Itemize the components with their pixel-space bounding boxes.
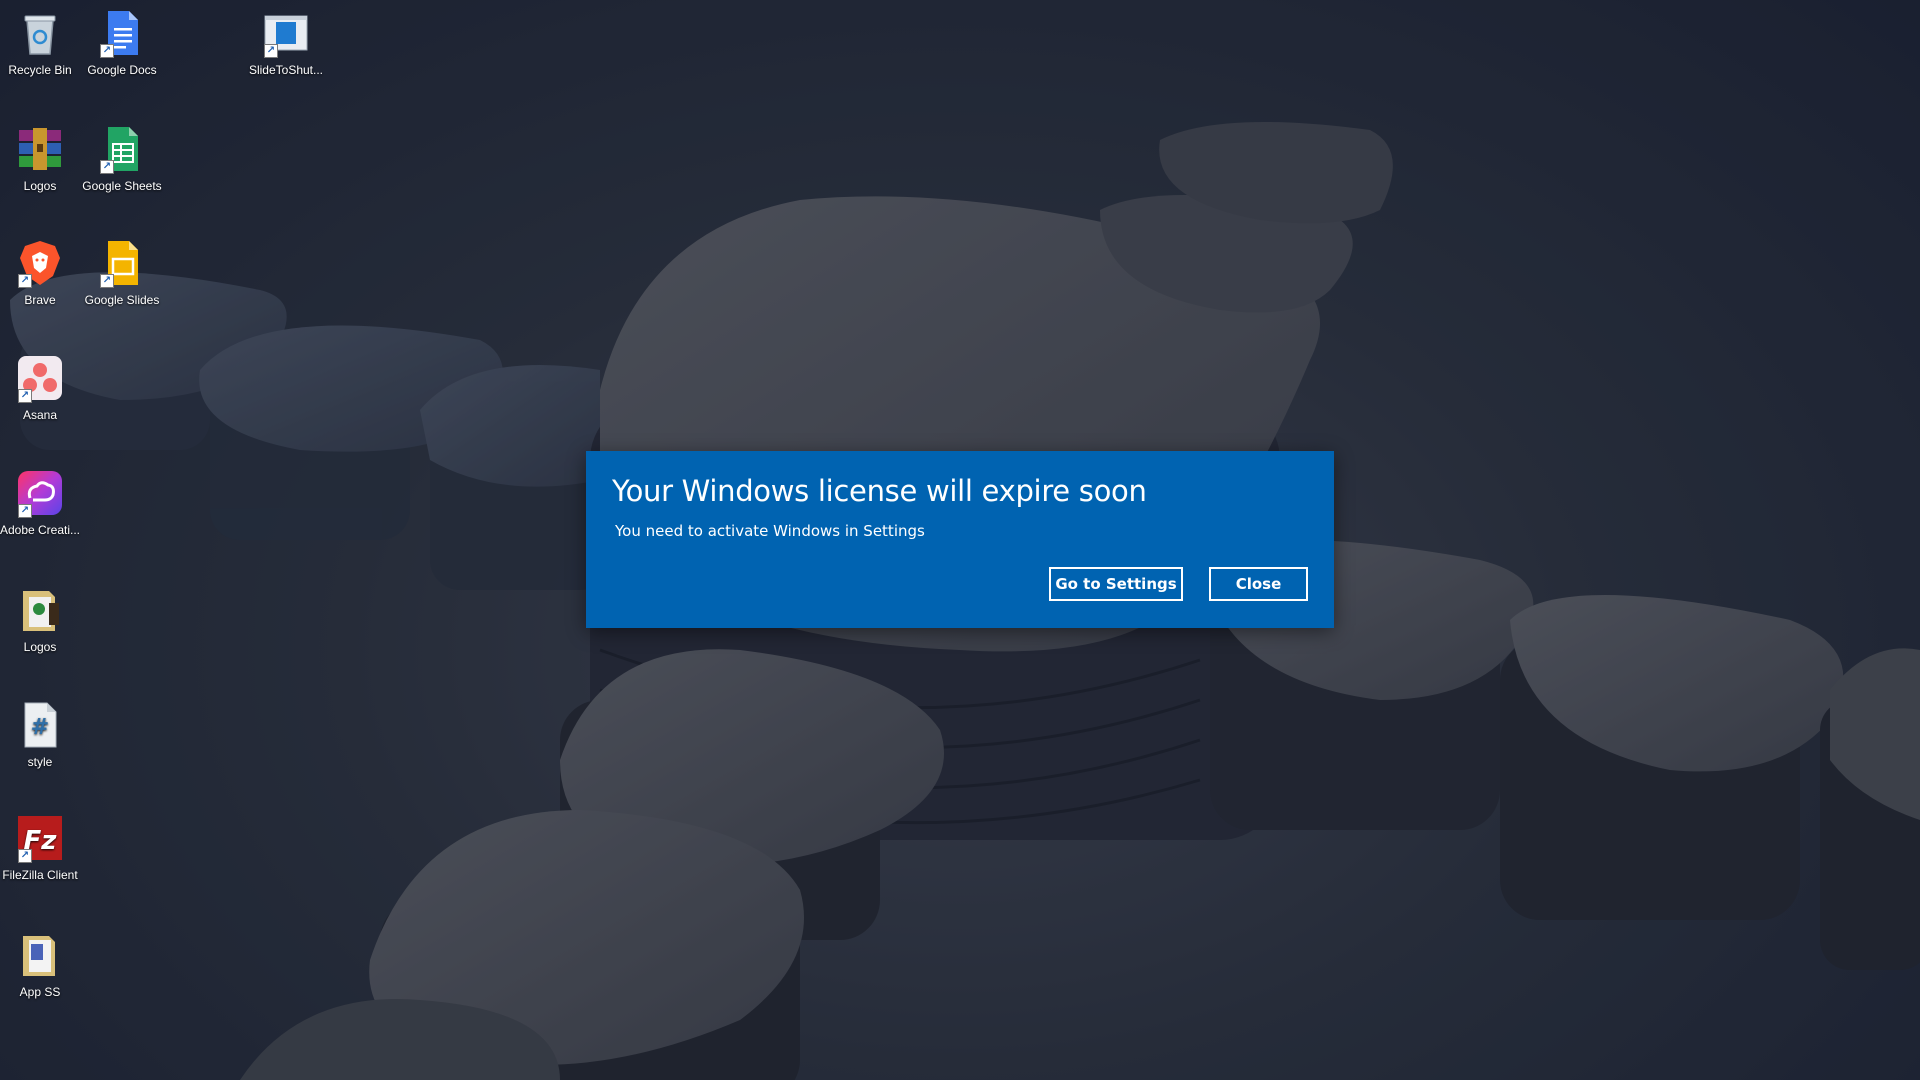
- close-button[interactable]: Close: [1209, 567, 1308, 601]
- shortcut-arrow-icon: ↗: [18, 849, 32, 863]
- adobe-creative-cloud-icon: ↗: [15, 468, 65, 518]
- asana-icon: ↗: [15, 353, 65, 403]
- desktop-icon-label: Google Docs: [87, 63, 157, 77]
- desktop-icon-label: Brave: [24, 293, 56, 307]
- desktop-icon-label: Logos: [23, 640, 57, 654]
- desktop-icon-google-sheets[interactable]: ↗ Google Sheets: [81, 124, 163, 194]
- desktop-icon-label: FileZilla Client: [2, 868, 78, 882]
- shortcut-arrow-icon: ↗: [100, 44, 114, 58]
- desktop-icon-asana[interactable]: ↗ Asana: [0, 353, 81, 423]
- folder-icon: [15, 930, 65, 980]
- desktop-icon-adobe-creative-cloud[interactable]: ↗ Adobe Creati...: [0, 468, 81, 538]
- shortcut-arrow-icon: ↗: [264, 44, 278, 58]
- google-sheets-icon: ↗: [97, 124, 147, 174]
- svg-text:#: #: [31, 715, 49, 740]
- desktop-icon-logos-archive[interactable]: Logos: [0, 124, 81, 194]
- folder-logos-icon: [15, 585, 65, 635]
- desktop-icon-google-slides[interactable]: ↗ Google Slides: [81, 238, 163, 308]
- dialog-title: Your Windows license will expire soon: [612, 474, 1147, 508]
- winrar-archive-icon: [15, 124, 65, 174]
- shortcut-arrow-icon: ↗: [18, 274, 32, 288]
- desktop-icon-filezilla[interactable]: Fz ↗ FileZilla Client: [0, 813, 81, 883]
- desktop-icon-label: Google Slides: [84, 293, 160, 307]
- recycle-bin-icon: [15, 8, 65, 58]
- desktop-icon-label: SlideToShut...: [248, 63, 324, 77]
- desktop-icon-slidetoshutdown[interactable]: ↗ SlideToShut...: [245, 8, 327, 78]
- desktop-icon-label: Google Sheets: [82, 179, 162, 193]
- desktop-icon-app-ss[interactable]: App SS: [0, 930, 81, 1000]
- desktop-icon-brave[interactable]: ↗ Brave: [0, 238, 81, 308]
- css-file-icon: #: [15, 700, 65, 750]
- shortcut-arrow-icon: ↗: [100, 274, 114, 288]
- go-to-settings-button[interactable]: Go to Settings: [1049, 567, 1183, 601]
- desktop-icon-label: App SS: [19, 985, 61, 999]
- license-expiry-dialog: Your Windows license will expire soon Yo…: [586, 451, 1334, 628]
- desktop-icon-recycle-bin[interactable]: Recycle Bin: [0, 8, 81, 78]
- desktop-icon-label: Adobe Creati...: [0, 523, 81, 537]
- shortcut-arrow-icon: ↗: [18, 504, 32, 518]
- desktop-icon-style-css[interactable]: # style: [0, 700, 81, 770]
- google-docs-icon: ↗: [97, 8, 147, 58]
- shortcut-arrow-icon: ↗: [100, 160, 114, 174]
- desktop-icon-label: Recycle Bin: [8, 63, 72, 77]
- brave-browser-icon: ↗: [15, 238, 65, 288]
- dialog-message: You need to activate Windows in Settings: [615, 522, 925, 540]
- slide-to-shutdown-icon: ↗: [261, 8, 311, 58]
- shortcut-arrow-icon: ↗: [18, 389, 32, 403]
- desktop[interactable]: Recycle Bin ↗ Google Docs ↗ SlideToShut.…: [0, 0, 1920, 1080]
- desktop-icon-label: style: [27, 755, 53, 769]
- google-slides-icon: ↗: [97, 238, 147, 288]
- filezilla-icon: Fz ↗: [15, 813, 65, 863]
- desktop-icon-logos-folder[interactable]: Logos: [0, 585, 81, 655]
- desktop-icon-label: Asana: [22, 408, 58, 422]
- desktop-icon-google-docs[interactable]: ↗ Google Docs: [81, 8, 163, 78]
- desktop-icon-label: Logos: [23, 179, 57, 193]
